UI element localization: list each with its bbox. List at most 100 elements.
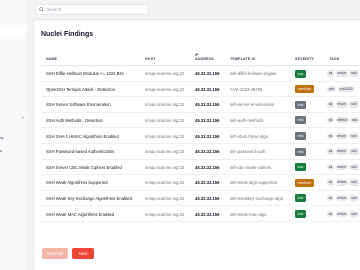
sidebar-item-label[interactable]: ry: [0, 135, 3, 140]
tag-chip: ssh: [349, 210, 359, 218]
finding-name: SSH Weak MAC Algorithms Enabled: [46, 211, 115, 217]
finding-host: nmap.scanme.org:22: [145, 164, 185, 170]
finding-host: nmap.scanme.org:22: [145, 149, 185, 155]
tag-list: ss detect ssh: [327, 116, 360, 124]
sidebar-active-item[interactable]: [0, 27, 26, 36]
sidebar-item-label[interactable]: s: [0, 148, 2, 153]
finding-host: nmap.scanme.org:22: [145, 211, 185, 217]
table-row[interactable]: OpenSSH Terrapin Attack - Detection nmap.…: [41, 82, 360, 98]
tag-chip: ss: [327, 132, 335, 140]
column-header-host[interactable]: HOST: [145, 57, 156, 61]
finding-name: SSH Weak Key Exchange Algorithms Enabled: [46, 196, 132, 202]
severity-badge: info: [295, 116, 307, 125]
previous-button[interactable]: Previous: [42, 248, 68, 259]
tag-list: ss enum ssh: [327, 132, 359, 140]
tag-chip: enum: [335, 132, 348, 140]
table-row[interactable]: SSH Password-based Authentication nmap.sc…: [41, 144, 360, 160]
column-header-tags[interactable]: TAGS: [329, 57, 339, 61]
severity-badge: medium: [295, 85, 314, 94]
search-input[interactable]: [47, 7, 147, 12]
finding-template-id: ssh-weak-mac-algo: [230, 211, 267, 217]
finding-name: SSH SHA-1 HMAC Algorithms Enabled: [46, 133, 119, 139]
column-header-name[interactable]: NAME: [46, 57, 57, 61]
tag-chip: cve2023: [337, 85, 355, 93]
severity-badge: low: [295, 194, 306, 203]
tag-chip: ss: [327, 163, 335, 171]
next-button[interactable]: Next: [72, 248, 94, 259]
severity-badge: info: [295, 147, 307, 156]
tag-chip: ss: [327, 70, 335, 77]
finding-template-id: ssh-weakkey-exchange-algo: [230, 196, 284, 202]
finding-host: nmap.scanme.org:22: [145, 86, 185, 92]
tag-chip: ss: [327, 210, 335, 218]
table-row[interactable]: SSH Weak Key Exchange Algorithms Enabled…: [41, 191, 360, 207]
search-icon: [39, 7, 44, 12]
page-title: Nuclei Findings: [41, 31, 94, 38]
finding-ip: 45.33.32.156: [195, 180, 220, 186]
tag-chip: enum: [335, 163, 348, 171]
finding-host: nmap.scanme.org:22: [145, 102, 185, 108]
table-row[interactable]: SSH Weak Algorithms Supported nmap.scanme…: [41, 175, 360, 191]
finding-ip: 45.33.32.156: [195, 196, 220, 202]
finding-name: SSH Diffie-Hellman Modulus <= 1024 Bits: [46, 71, 124, 77]
severity-badge: low: [295, 163, 306, 172]
tag-chip: ssh: [349, 132, 359, 140]
table-row[interactable]: SSH Diffie-Hellman Modulus <= 1024 Bits n…: [41, 66, 360, 82]
tag-chip: ss: [327, 179, 335, 186]
finding-ip: 45.33.32.156: [195, 164, 220, 170]
severity-badge: info: [295, 131, 307, 140]
tag-chip: ss: [327, 116, 335, 124]
tag-chip: enum: [335, 70, 348, 77]
finding-template-id: ssh-weak-algo-supported: [230, 180, 278, 186]
tag-list: ss enum ssh: [327, 70, 359, 77]
tag-chip: enum: [335, 194, 348, 202]
finding-host: nmap.scanme.org:22: [145, 118, 185, 124]
finding-ip: 45.33.32.156: [195, 118, 220, 124]
search-box[interactable]: [35, 4, 149, 15]
tag-list: ss enum ssh: [327, 179, 359, 186]
finding-template-id: ssh-sha1-hmac-algo: [230, 133, 268, 139]
severity-badge: info: [295, 100, 307, 109]
finding-template-id: ssh-cbc-mode-ciphers: [230, 164, 272, 170]
tag-chip: ssh: [350, 116, 360, 124]
table-row[interactable]: SSH SHA-1 HMAC Algorithms Enabled nmap.sc…: [41, 128, 360, 144]
tag-chip: ssh: [349, 101, 359, 108]
tag-list: ss enum ssh: [327, 163, 359, 171]
finding-host: nmap.scanme.org:22: [145, 71, 185, 77]
column-header-ip[interactable]: IP ADDRESS: [195, 53, 215, 62]
finding-ip: 45.33.32.156: [195, 211, 220, 217]
finding-name: SSH Auth Methods - Detection: [46, 118, 103, 124]
tag-chip: enum: [335, 148, 348, 155]
chevron-down-icon[interactable]: ⌄: [21, 114, 25, 120]
finding-name: OpenSSH Terrapin Attack - Detection: [46, 86, 116, 92]
tag-chip: ssh: [349, 163, 359, 171]
finding-template-id: ssh-auth-methods: [230, 118, 264, 124]
table-row[interactable]: SSH Auth Methods - Detection nmap.scanme.…: [41, 113, 360, 129]
tag-chip: ssh: [349, 194, 359, 202]
finding-name: SSH Password-based Authentication: [46, 149, 115, 155]
tag-list: ss enum ssh: [327, 148, 359, 155]
tag-chip: ssh: [349, 179, 359, 186]
column-header-template[interactable]: TEMPLATE ID: [230, 57, 255, 61]
tag-chip: ssh: [349, 148, 359, 155]
severity-badge: medium: [295, 178, 314, 187]
finding-ip: 45.33.32.156: [195, 133, 220, 139]
table-row[interactable]: SSH Server CBC Mode Ciphers Enabled nmap.…: [41, 160, 360, 176]
column-header-severity[interactable]: SEVERITY: [295, 57, 314, 61]
finding-name: SSH Weak Algorithms Supported: [46, 180, 108, 186]
finding-host: nmap.scanme.org:22: [145, 133, 185, 139]
tag-chip: enum: [335, 101, 348, 108]
finding-template-id: CVE-2023-48795: [230, 86, 263, 92]
severity-badge: low: [295, 209, 306, 218]
tag-chip: enum: [335, 179, 348, 186]
tag-chip: detect: [335, 116, 349, 124]
tag-chip: ssh: [349, 70, 359, 77]
tag-list: cve cve2023: [327, 85, 355, 93]
tag-list: ss enum ssh: [327, 101, 359, 108]
finding-ip: 45.33.32.156: [195, 102, 220, 108]
table-row[interactable]: SSH Server Software Enumeration nmap.scan…: [41, 97, 360, 113]
tag-chip: ss: [327, 194, 335, 202]
tag-chip: enum: [335, 210, 348, 218]
table-row[interactable]: SSH Weak MAC Algorithms Enabled nmap.scan…: [41, 206, 360, 222]
tag-chip: cve: [327, 85, 337, 93]
